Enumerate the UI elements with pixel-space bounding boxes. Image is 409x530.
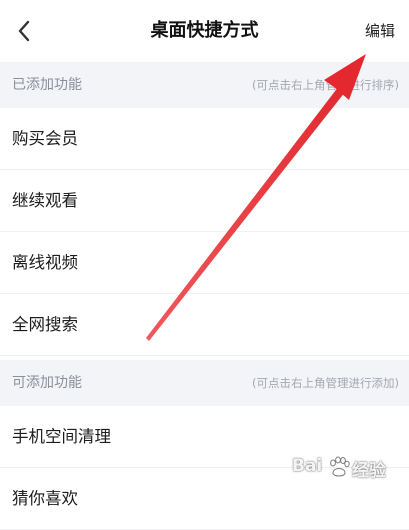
page-title: 桌面快捷方式	[150, 20, 259, 41]
watermark-text-right: 经验	[352, 461, 386, 481]
paw-icon	[330, 456, 350, 477]
list-item-label: 全网搜索	[12, 315, 78, 334]
top-bar: 桌面快捷方式 编辑	[0, 0, 409, 62]
added-section-title: 已添加功能	[12, 77, 82, 93]
list-item-label: 离线视频	[12, 253, 78, 272]
edit-button[interactable]: 编辑	[365, 0, 395, 62]
added-section-hint: (可点击右上角管理进行排序)	[252, 78, 399, 92]
watermark-text-left: Bai	[292, 456, 323, 476]
available-section-hint: (可点击右上角管理进行添加)	[252, 376, 399, 390]
list-item-buy-membership[interactable]: 购买会员	[0, 108, 409, 170]
list-item-label: 手机空间清理	[12, 427, 111, 446]
available-section-header: 可添加功能 (可点击右上角管理进行添加)	[0, 360, 409, 406]
list-item-label: 购买会员	[12, 129, 78, 148]
list-item-continue-watching[interactable]: 继续观看	[0, 170, 409, 232]
list-item-label: 猜你喜欢	[12, 489, 78, 508]
list-item-label: 继续观看	[12, 191, 78, 210]
available-section-title: 可添加功能	[12, 375, 82, 391]
list-item-offline-video[interactable]: 离线视频	[0, 232, 409, 294]
list-item-web-search[interactable]: 全网搜索	[0, 294, 409, 356]
baidu-watermark: Bai 经验	[292, 448, 404, 488]
added-section-header: 已添加功能 (可点击右上角管理进行排序)	[0, 62, 409, 108]
